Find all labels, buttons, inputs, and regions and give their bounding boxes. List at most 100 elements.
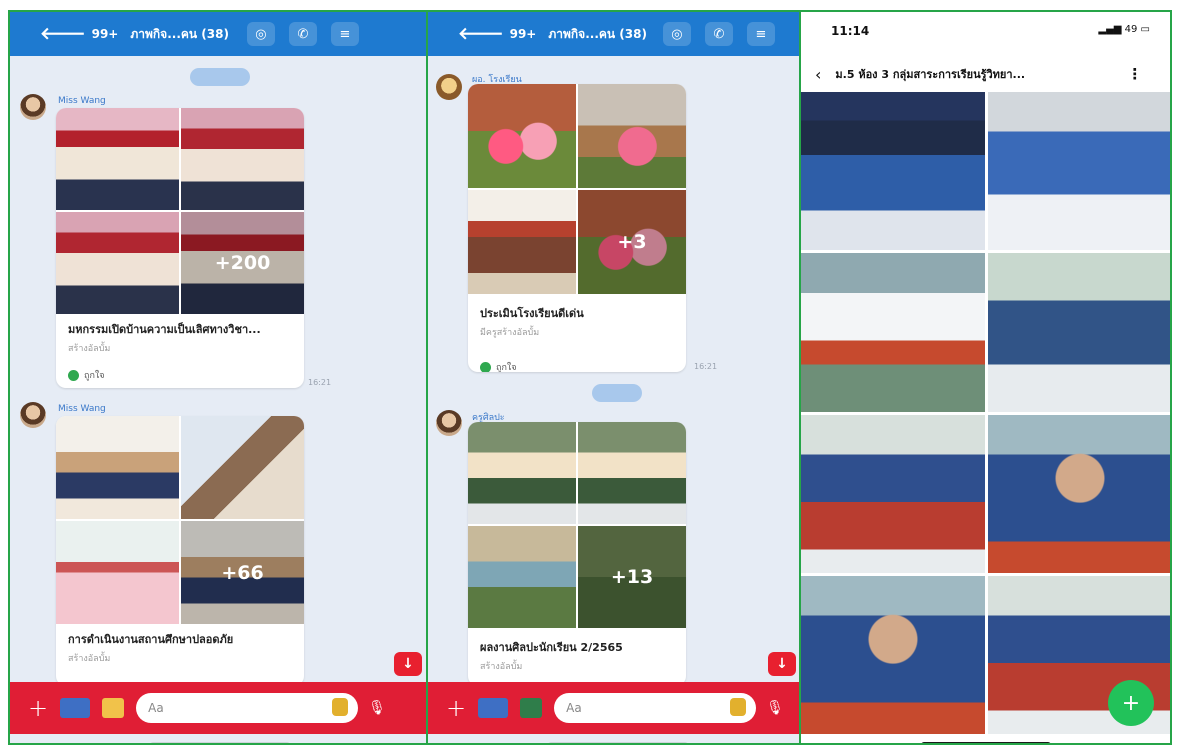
- sender-name: Miss Wang: [58, 96, 106, 106]
- chat-title[interactable]: ภาพกิจ...คน (38): [130, 25, 229, 44]
- gallery-photo[interactable]: [801, 414, 985, 573]
- album-photo[interactable]: [181, 108, 304, 210]
- sticker-icon[interactable]: [332, 698, 349, 716]
- album-photo[interactable]: [468, 526, 576, 628]
- chevron-left-icon[interactable]: ‹: [815, 65, 821, 84]
- like-icon: [68, 369, 79, 381]
- home-indicator: [548, 742, 688, 743]
- album-photo[interactable]: [56, 521, 179, 624]
- battery-level: 49: [1124, 24, 1138, 35]
- more-options-icon[interactable]: ⋮: [1127, 65, 1142, 83]
- gallery-photo[interactable]: [801, 575, 985, 734]
- microphone-icon[interactable]: 🎙: [368, 700, 386, 716]
- album-photo[interactable]: [578, 84, 686, 188]
- phone-icon[interactable]: ✆: [704, 22, 733, 46]
- gallery-photo[interactable]: [988, 253, 1170, 412]
- album-title: ม.5 ห้อง 3 กลุ่มสาระการเรียนรู้วิทยา...: [835, 68, 1026, 81]
- arrow-down-icon[interactable]: ↓: [768, 652, 796, 676]
- album-photo[interactable]: [468, 190, 576, 294]
- more-photos-count: +200: [181, 212, 304, 314]
- gallery-photo[interactable]: [988, 414, 1170, 573]
- album-photo-grid[interactable]: +3: [468, 84, 686, 294]
- like-label: ถูกใจ: [496, 363, 517, 372]
- album-photo-grid[interactable]: +66: [56, 416, 304, 624]
- album-photo-grid[interactable]: +200: [56, 108, 304, 314]
- plus-icon[interactable]: +: [28, 694, 48, 722]
- camera-icon[interactable]: [60, 698, 91, 718]
- unread-count: 99+: [509, 27, 537, 41]
- camera-icon[interactable]: [478, 698, 509, 718]
- album-photo[interactable]: +13: [578, 526, 686, 628]
- microphone-icon[interactable]: 🎙: [766, 700, 784, 716]
- unread-count: 99+: [91, 27, 119, 41]
- sender-name: Miss Wang: [58, 404, 106, 414]
- arrow-down-icon[interactable]: ↓: [394, 652, 422, 676]
- album-card[interactable]: +200 มหกรรมเปิดบ้านความเป็นเลิศทางวิชา..…: [56, 108, 304, 388]
- like-row[interactable]: ถูกใจ: [468, 342, 686, 372]
- album-title: ผลงานศิลปะนักเรียน 2/2565: [480, 641, 623, 654]
- gallery-photo[interactable]: [988, 92, 1170, 251]
- album-photo[interactable]: [578, 422, 686, 524]
- album-subtitle: มีครูสร้างอัลบั้ม: [480, 328, 540, 338]
- album-photo-grid[interactable]: +13: [468, 422, 686, 628]
- status-clock: 11:14: [831, 24, 870, 38]
- gallery-photo[interactable]: [801, 92, 985, 251]
- album-photo[interactable]: +3: [578, 190, 686, 294]
- sticker-icon[interactable]: [730, 698, 747, 716]
- more-photos-count: +66: [181, 521, 304, 624]
- album-subtitle: สร้างอัลบั้ม: [68, 654, 111, 664]
- message-input[interactable]: Aa: [554, 693, 757, 723]
- avatar[interactable]: [436, 410, 462, 436]
- message-input-placeholder: Aa: [148, 701, 164, 715]
- album-photo[interactable]: [56, 416, 179, 519]
- album-title: ประเมินโรงเรียนดีเด่น: [480, 307, 584, 320]
- album-photo[interactable]: [56, 108, 179, 210]
- album-photo[interactable]: [468, 422, 576, 524]
- status-bar: 11:14 ▂▄▆ 49 ▭: [801, 12, 1170, 46]
- home-indicator: [921, 742, 1051, 743]
- message-bar: + Aa 🎙: [428, 682, 799, 734]
- message-input[interactable]: Aa: [136, 693, 359, 723]
- signal-icon: ▂▄▆: [1098, 24, 1125, 35]
- battery-icon: ▭: [1137, 24, 1150, 35]
- album-photo[interactable]: +200: [181, 212, 304, 314]
- album-subtitle: สร้างอัลบั้ม: [480, 662, 523, 672]
- avatar[interactable]: [20, 402, 46, 428]
- like-label: ถูกใจ: [84, 371, 105, 381]
- album-card[interactable]: +66 การดำเนินงานสถานศึกษาปลอดภัย สร้างอั…: [56, 416, 304, 686]
- gallery-photo[interactable]: [801, 253, 985, 412]
- arrow-left-icon[interactable]: 🡐: [458, 24, 504, 44]
- plus-icon[interactable]: +: [446, 694, 466, 722]
- album-card[interactable]: +13 ผลงานศิลปะนักเรียน 2/2565 สร้างอัลบั…: [468, 422, 686, 686]
- battery-indicator: ▂▄▆ 49 ▭: [1098, 24, 1150, 35]
- search-icon[interactable]: ◎: [246, 22, 275, 46]
- gallery-header: ‹ ม.5 ห้อง 3 กลุ่มสาระการเรียนรู้วิทยา..…: [801, 60, 1170, 88]
- more-photos-count: +13: [578, 526, 686, 628]
- like-row[interactable]: ถูกใจ: [56, 358, 304, 382]
- chat-title[interactable]: ภาพกิจ...คน (38): [548, 25, 647, 44]
- arrow-left-icon[interactable]: 🡐: [40, 24, 86, 44]
- chat-panel-2: 🡐 99+ ภาพกิจ...คน (38) ◎ ✆ ≡ ผอ. โรงเรีย…: [426, 10, 801, 745]
- add-photo-button[interactable]: +: [1108, 680, 1154, 726]
- avatar[interactable]: [20, 94, 46, 120]
- message-time: 16:21: [308, 378, 332, 387]
- chat-header: 🡐 99+ ภาพกิจ...คน (38) ◎ ✆ ≡: [428, 12, 799, 56]
- image-icon[interactable]: [102, 698, 125, 718]
- album-photo[interactable]: [56, 212, 179, 314]
- avatar[interactable]: [436, 74, 462, 100]
- album-card[interactable]: +3 ประเมินโรงเรียนดีเด่น มีครูสร้างอัลบั…: [468, 84, 686, 372]
- image-icon[interactable]: [520, 698, 543, 718]
- album-photo[interactable]: +66: [181, 521, 304, 624]
- search-icon[interactable]: ◎: [662, 22, 691, 46]
- menu-icon[interactable]: ≡: [746, 22, 775, 46]
- chat-panel-1: 🡐 99+ ภาพกิจ...คน (38) ◎ ✆ ≡ Miss Wang +…: [8, 10, 428, 745]
- menu-icon[interactable]: ≡: [330, 22, 359, 46]
- phone-icon[interactable]: ✆: [288, 22, 317, 46]
- album-photo[interactable]: [181, 416, 304, 519]
- album-photo[interactable]: [468, 84, 576, 188]
- date-pill: [190, 68, 250, 86]
- message-bar: + Aa 🎙: [10, 682, 426, 734]
- like-icon: [480, 361, 491, 372]
- album-gallery-panel: 11:14 ▂▄▆ 49 ▭ ‹ ม.5 ห้อง 3 กลุ่มสาระการ…: [799, 10, 1172, 745]
- date-pill: [592, 384, 642, 402]
